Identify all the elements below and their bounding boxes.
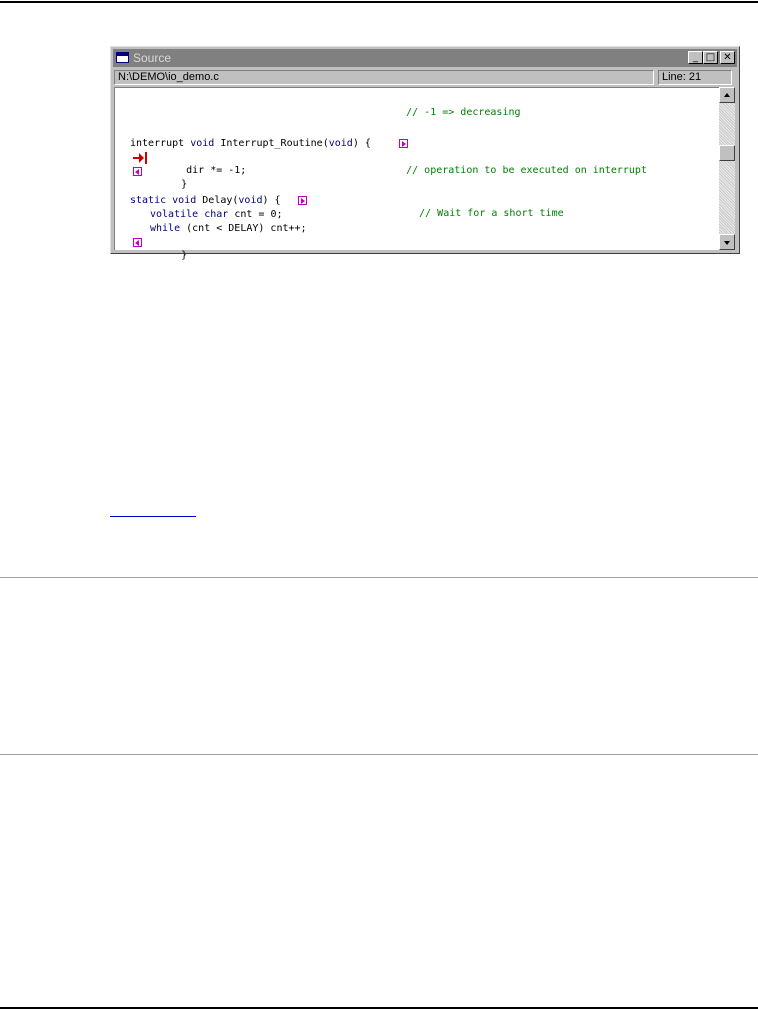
scroll-up-button[interactable]	[719, 87, 735, 103]
title-bar[interactable]: Source _ □ ✕	[113, 49, 737, 67]
code-text: ) {	[262, 195, 281, 206]
code-identifier: Interrupt_Routine(	[220, 138, 329, 149]
code-comment: // Wait for a short time	[419, 208, 564, 219]
scroll-thumb[interactable]	[719, 145, 735, 161]
code-editor[interactable]: // -1 => decreasing interrupt void Inter…	[114, 87, 719, 261]
code-line[interactable]: dir *= -1;	[150, 151, 246, 176]
bottom-rule	[0, 1007, 758, 1009]
code-keyword: void	[190, 138, 215, 149]
top-rule	[0, 1, 758, 3]
code-comment-line: // operation to be executed on interrupt	[370, 151, 647, 176]
code-keyword: char	[204, 209, 229, 220]
code-text: cnt = 0;	[234, 209, 283, 220]
code-keyword: interrupt	[130, 138, 185, 149]
code-text: }	[181, 250, 188, 261]
scroll-down-button[interactable]	[719, 234, 735, 250]
source-window[interactable]: Source _ □ ✕ N:\DEMO\io_demo.c Line: 21 …	[110, 46, 740, 261]
block-end-marker-icon[interactable]	[133, 238, 142, 247]
code-line[interactable]: // -1 => decreasing	[370, 93, 520, 118]
code-keyword: void	[238, 195, 263, 206]
code-keyword: volatile	[150, 209, 199, 220]
code-comment: // -1 => decreasing	[406, 107, 521, 118]
code-text: dir *= -1;	[186, 165, 247, 176]
current-line-arrow-icon	[133, 152, 147, 164]
block-end-marker-icon[interactable]	[133, 167, 142, 176]
block-start-marker-icon[interactable]	[399, 139, 408, 148]
maximize-button[interactable]: □	[703, 51, 718, 64]
divider	[0, 754, 758, 755]
divider	[0, 577, 758, 578]
code-line[interactable]: }	[145, 165, 187, 190]
code-keyword: while	[150, 223, 181, 234]
code-line[interactable]: while (cnt < DELAY) cnt++;	[150, 222, 307, 235]
block-start-marker-icon[interactable]	[298, 196, 307, 205]
code-comment: // operation to be executed on interrupt	[406, 165, 647, 176]
file-path-field: N:\DEMO\io_demo.c	[114, 70, 654, 85]
code-text: (cnt < DELAY) cnt++;	[186, 223, 307, 234]
link-underline[interactable]	[110, 516, 196, 517]
code-line[interactable]: interrupt void Interrupt_Routine(void) {	[130, 137, 371, 150]
window-title: Source	[133, 51, 172, 65]
code-comment-line: // Wait for a short time	[383, 194, 564, 219]
close-button[interactable]: ✕	[720, 51, 735, 64]
code-text: ) {	[352, 138, 371, 149]
status-bar: N:\DEMO\io_demo.c Line: 21	[114, 70, 736, 85]
code-line[interactable]: }	[145, 236, 187, 261]
line-number-field: Line: 21	[658, 70, 732, 85]
code-text: }	[181, 179, 188, 190]
window-icon[interactable]	[116, 52, 129, 63]
code-line[interactable]: volatile char cnt = 0;	[150, 208, 283, 221]
code-keyword: static	[130, 195, 167, 206]
minimize-button[interactable]: _	[688, 51, 703, 64]
code-identifier: Delay(	[202, 195, 239, 206]
code-keyword: void	[172, 195, 197, 206]
vertical-scrollbar[interactable]	[719, 87, 735, 250]
code-line[interactable]: static void Delay(void) {	[130, 194, 281, 207]
code-keyword: void	[328, 138, 353, 149]
